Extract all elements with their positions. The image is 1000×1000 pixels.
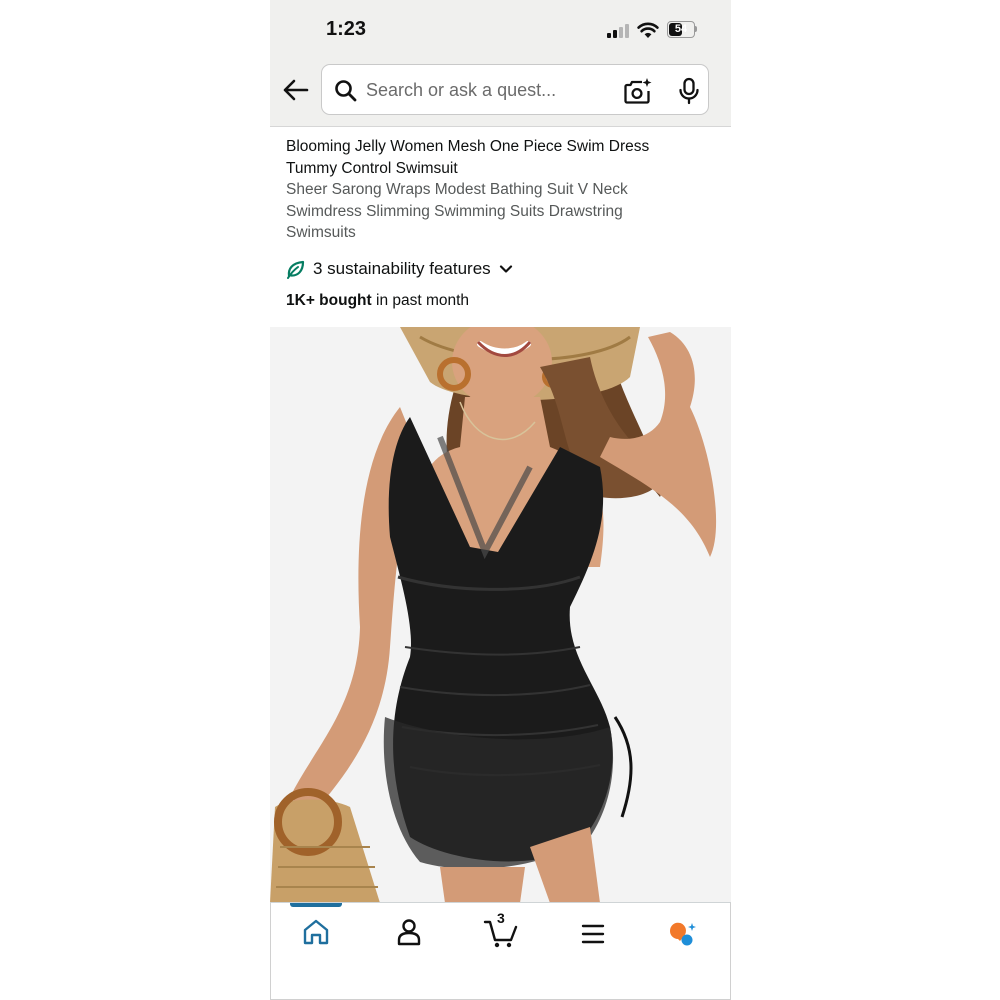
battery-percent: 54 <box>674 23 688 35</box>
product-title-continued: Tummy Control Swimsuit <box>286 159 458 177</box>
back-arrow-icon[interactable] <box>280 74 312 106</box>
battery-icon: 54 <box>667 21 700 38</box>
chevron-down-icon <box>499 265 512 273</box>
purchase-count-value: 1K+ bought <box>286 292 372 309</box>
battery-cap <box>695 26 697 32</box>
rufus-icon <box>669 922 696 946</box>
battery-body: 54 <box>667 21 695 38</box>
nav-menu[interactable] <box>563 913 623 953</box>
sustainability-label: 3 sustainability features <box>313 259 491 278</box>
cart-count-badge: 3 <box>497 910 505 926</box>
nav-account[interactable] <box>379 913 439 953</box>
app-screen: 1:23 54 Search or ask a quest... Bloomin… <box>270 0 731 1000</box>
product-image[interactable] <box>270 327 731 903</box>
product-subtitle-continued: Swimdress Slimming Swimming Suits Drawst… <box>286 202 623 220</box>
active-tab-indicator <box>290 903 342 907</box>
product-title: Blooming Jelly Women Mesh One Piece Swim… <box>286 138 650 155</box>
account-icon <box>397 919 421 946</box>
camera-sparkle-icon[interactable] <box>624 77 652 105</box>
product-title-block: Blooming Jelly Women Mesh One Piece Swim… <box>286 136 716 244</box>
status-time: 1:23 <box>326 18 367 40</box>
purchase-count-suffix: in past month <box>371 292 470 309</box>
cellular-signal-icon <box>607 24 629 38</box>
purchase-count: 1K+ bought in past month <box>286 292 469 310</box>
microphone-icon[interactable] <box>677 77 701 105</box>
nav-rufus-assistant[interactable] <box>654 913 714 953</box>
product-subtitle-end: Swimsuits <box>286 224 356 241</box>
product-subtitle: Sheer Sarong Wraps Modest Bathing Suit V… <box>286 181 628 198</box>
search-input[interactable] <box>366 73 596 107</box>
search-icon <box>335 80 357 102</box>
wifi-icon <box>637 22 659 38</box>
nav-home[interactable] <box>286 913 346 953</box>
search-bar[interactable] <box>321 64 709 115</box>
leaf-icon <box>287 260 305 279</box>
sustainability-features-toggle[interactable]: 3 sustainability features <box>286 257 514 281</box>
header: 1:23 54 <box>270 0 731 127</box>
menu-icon <box>581 924 605 944</box>
bottom-navigation: 3 <box>270 902 731 1000</box>
product-photo-illustration <box>270 327 731 903</box>
home-icon <box>303 919 329 945</box>
nav-cart[interactable]: 3 <box>471 910 531 953</box>
